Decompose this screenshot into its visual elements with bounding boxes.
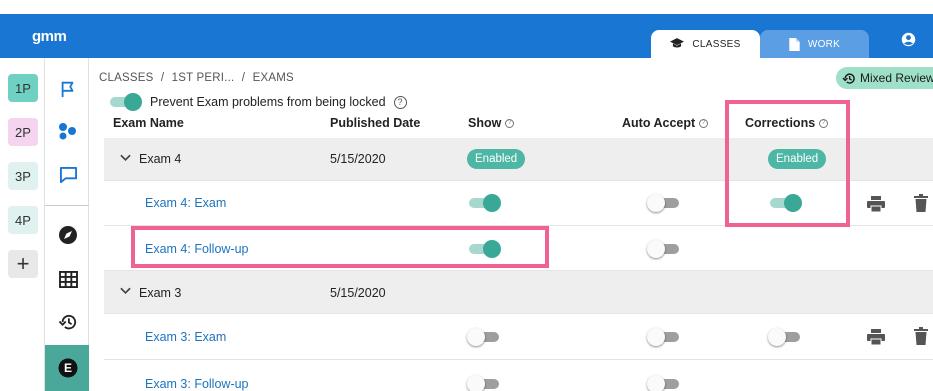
mixed-review-button[interactable]: Mixed Review <box>836 67 933 89</box>
prevent-lock-label: Prevent Exam problems from being locked <box>150 95 386 109</box>
graduation-cap-icon <box>670 38 685 48</box>
help-icon[interactable]: ? <box>819 118 829 128</box>
table-row-group[interactable]: Exam 3 5/15/2020 <box>104 271 933 314</box>
corrections-toggle[interactable] <box>768 193 802 213</box>
table-row-group[interactable]: Exam 4 5/15/2020 Enabled Enabled <box>104 138 933 181</box>
published-date: 5/15/2020 <box>330 286 386 300</box>
corrections-toggle[interactable] <box>768 327 802 347</box>
toggle-knob <box>784 194 802 212</box>
corrections-status-badge: Enabled <box>768 149 827 169</box>
toggle-knob <box>647 375 665 391</box>
exam-link[interactable]: Exam 3: Follow-up <box>145 377 249 391</box>
grid-icon[interactable] <box>57 268 79 290</box>
period-1p-button[interactable]: 1P <box>8 74 38 102</box>
column-header-label: Auto Accept <box>622 116 696 130</box>
history-icon <box>842 72 855 84</box>
auto-accept-toggle[interactable] <box>647 193 681 213</box>
trash-icon[interactable] <box>914 194 928 212</box>
help-icon[interactable]: ? <box>699 118 709 128</box>
auto-accept-toggle[interactable] <box>647 239 681 259</box>
exam-link[interactable]: Exam 3: Exam <box>145 330 226 344</box>
breadcrumb-classes-link[interactable]: CLASSES <box>99 72 153 84</box>
add-period-button[interactable]: + <box>8 250 38 278</box>
column-header-label: Published Date <box>330 116 421 130</box>
toggle-knob <box>483 194 501 212</box>
column-header-auto-accept: Auto Accept? <box>622 116 709 130</box>
prevent-lock-setting: Prevent Exam problems from being locked … <box>108 92 407 112</box>
prevent-lock-toggle[interactable] <box>108 92 142 112</box>
nav-item-exams-active[interactable]: E <box>45 345 89 391</box>
table-row: Exam 4: Exam <box>104 181 933 226</box>
mixed-review-label: Mixed Review <box>860 71 933 85</box>
show-toggle[interactable] <box>467 374 501 391</box>
group-name: Exam 4 <box>139 152 182 166</box>
published-date: 5/15/2020 <box>330 152 386 166</box>
tab-classes-label: CLASSES <box>692 38 741 50</box>
trash-icon[interactable] <box>914 327 928 345</box>
molecule-icon[interactable] <box>57 120 79 142</box>
toggle-knob <box>467 375 485 391</box>
auto-accept-toggle[interactable] <box>647 374 681 391</box>
toggle-knob <box>647 194 665 212</box>
print-icon[interactable] <box>866 328 886 346</box>
show-toggle[interactable] <box>467 193 501 213</box>
account-icon[interactable] <box>901 32 916 52</box>
exam-icon: E <box>58 358 78 378</box>
period-sidebar: 1P 2P 3P 4P + <box>0 58 45 391</box>
brand-logo[interactable]: gmm <box>32 28 67 45</box>
breadcrumb-period-link[interactable]: 1ST PERI... <box>172 72 235 84</box>
help-icon[interactable]: ? <box>505 118 515 128</box>
toggle-knob <box>647 328 665 346</box>
nav-sidebar: E <box>45 58 89 391</box>
chevron-down-icon[interactable] <box>120 287 131 295</box>
column-header-show: Show? <box>468 116 515 130</box>
toggle-knob <box>768 328 786 346</box>
show-status-badge: Enabled <box>467 149 526 169</box>
column-header-published-date: Published Date <box>330 116 420 130</box>
breadcrumb-separator: / <box>160 72 165 84</box>
toggle-knob <box>124 93 142 111</box>
auto-accept-toggle[interactable] <box>647 327 681 347</box>
column-header-label: Show <box>468 116 502 130</box>
breadcrumb: CLASSES / 1ST PERI... / EXAMS <box>99 72 298 84</box>
chevron-down-icon[interactable] <box>120 154 131 162</box>
breadcrumb-current: EXAMS <box>252 72 294 84</box>
tab-work-label: WORK <box>807 38 841 50</box>
nav-divider <box>45 205 89 206</box>
toggle-knob <box>467 328 485 346</box>
tab-work[interactable]: WORK <box>760 30 869 58</box>
document-icon <box>789 37 800 51</box>
table-row: Exam 3: Exam <box>104 314 933 360</box>
column-header-label: Corrections <box>745 116 816 130</box>
period-4p-button[interactable]: 4P <box>8 206 38 234</box>
show-toggle[interactable] <box>467 239 501 259</box>
show-toggle[interactable] <box>467 327 501 347</box>
toggle-knob <box>483 240 501 258</box>
chat-icon[interactable] <box>57 164 79 186</box>
period-3p-button[interactable]: 3P <box>8 162 38 190</box>
period-2p-button[interactable]: 2P <box>8 118 38 146</box>
compass-icon[interactable] <box>57 224 79 246</box>
column-header-corrections: Corrections? <box>745 116 829 130</box>
table-row: Exam 4: Follow-up <box>104 226 933 271</box>
exam-link[interactable]: Exam 4: Follow-up <box>145 242 249 256</box>
column-header-label: Exam Name <box>113 116 184 130</box>
tab-classes[interactable]: CLASSES <box>651 30 760 58</box>
help-icon[interactable]: ? <box>393 95 407 109</box>
svg-text:E: E <box>64 361 72 375</box>
column-header-exam-name: Exam Name <box>113 116 184 130</box>
toggle-knob <box>647 240 665 258</box>
group-name: Exam 3 <box>139 286 182 300</box>
exam-link[interactable]: Exam 4: Exam <box>145 196 226 210</box>
history-icon[interactable] <box>57 311 79 333</box>
flag-icon[interactable] <box>57 78 79 100</box>
breadcrumb-separator: / <box>241 72 246 84</box>
table-row: Exam 3: Follow-up <box>104 360 933 391</box>
print-icon[interactable] <box>866 195 886 213</box>
